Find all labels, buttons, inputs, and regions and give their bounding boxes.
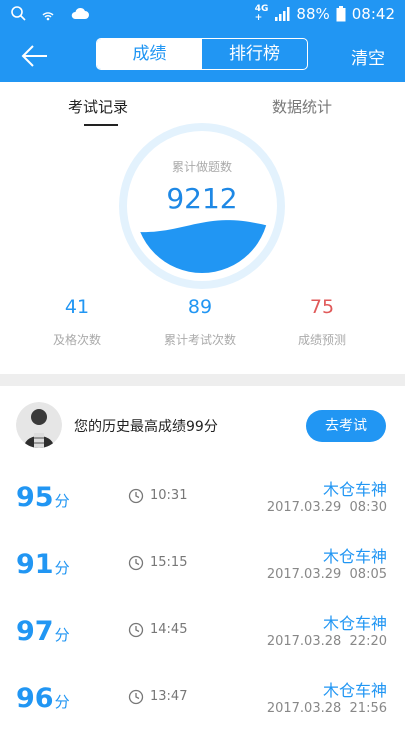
- avatar[interactable]: [16, 402, 62, 448]
- section-divider: [0, 374, 405, 386]
- stat-value: 89: [187, 296, 213, 318]
- signal-bars-icon: [275, 7, 290, 21]
- record-date: 2017.03.29 08:05: [266, 567, 387, 582]
- clock-icon: [128, 488, 144, 504]
- segmented-control: 成绩 排行榜: [96, 38, 308, 70]
- battery-icon: [336, 6, 346, 22]
- score-number: 95: [16, 482, 54, 513]
- take-exam-button[interactable]: 去考试: [306, 410, 386, 442]
- stat-value: 75: [309, 296, 335, 318]
- list-item[interactable]: 96分 13:47 木仓车神 2017.03.28 21:56: [0, 669, 405, 735]
- battery-percent: 88%: [296, 5, 330, 23]
- record-date: 2017.03.29 08:30: [266, 500, 387, 515]
- stat-label: 成绩预测: [297, 333, 346, 347]
- active-tab-indicator: [84, 124, 118, 126]
- clock-time: 08:42: [351, 5, 395, 23]
- stat-pass-count: 41 及格次数: [17, 296, 137, 348]
- stat-label: 累计考试次数: [163, 333, 236, 347]
- record-date: 2017.03.28 22:20: [266, 634, 387, 649]
- score-unit: 分: [54, 626, 70, 644]
- record-time: 14:45: [150, 622, 188, 637]
- record-score: 96分: [16, 683, 70, 714]
- score-number: 91: [16, 549, 54, 580]
- clock-icon: [128, 555, 144, 571]
- record-user: 木仓车神: [322, 547, 387, 566]
- record-score: 97分: [16, 616, 70, 647]
- record-time: 13:47: [150, 689, 188, 704]
- score-number: 97: [16, 616, 54, 647]
- status-left: [10, 5, 90, 21]
- stat-label: 及格次数: [52, 333, 101, 347]
- stat-score-prediction: 75 成绩预测: [262, 296, 382, 348]
- tab-data-statistics[interactable]: 数据统计: [272, 96, 332, 117]
- tab-exam-records[interactable]: 考试记录: [68, 96, 128, 117]
- search-icon: [11, 6, 26, 21]
- status-bar: 4G + 88% 08:42: [0, 0, 405, 30]
- best-score-text: 您的历史最高成绩99分: [74, 419, 218, 435]
- score-unit: 分: [54, 693, 70, 711]
- segment-ranking[interactable]: 排行榜: [202, 39, 307, 69]
- record-date: 2017.03.28 21:56: [266, 701, 387, 716]
- list-item[interactable]: 95分 10:31 木仓车神 2017.03.29 08:30: [0, 468, 405, 534]
- segment-score[interactable]: 成绩: [97, 39, 202, 69]
- record-user: 木仓车神: [322, 614, 387, 633]
- network-indicator: 4G +: [254, 4, 269, 23]
- list-item[interactable]: 91分 15:15 木仓车神 2017.03.29 08:05: [0, 535, 405, 601]
- wifi-signal-icon: [42, 12, 54, 21]
- clock-icon: [128, 689, 144, 705]
- record-user: 木仓车神: [322, 681, 387, 700]
- record-score: 91分: [16, 549, 70, 580]
- record-user: 木仓车神: [322, 480, 387, 499]
- stat-exam-count: 89 累计考试次数: [140, 296, 260, 348]
- list-item[interactable]: 97分 14:45 木仓车神 2017.03.28 22:20: [0, 602, 405, 668]
- clear-button[interactable]: 清空: [351, 44, 385, 69]
- back-arrow-icon[interactable]: [20, 42, 50, 70]
- score-unit: 分: [54, 559, 70, 577]
- gauge-label: 累计做题数: [171, 160, 232, 174]
- cloud-icon: [71, 7, 89, 19]
- score-number: 96: [16, 683, 54, 714]
- gauge-value: 9212: [166, 182, 238, 215]
- status-right: 4G + 88% 08:42: [254, 4, 395, 24]
- stat-value: 41: [64, 296, 90, 318]
- record-time: 10:31: [150, 488, 188, 503]
- record-score: 95分: [16, 482, 70, 513]
- nav-bar: 成绩 排行榜 清空: [0, 30, 405, 82]
- clock-icon: [128, 622, 144, 638]
- score-unit: 分: [54, 492, 70, 510]
- record-time: 15:15: [150, 555, 188, 570]
